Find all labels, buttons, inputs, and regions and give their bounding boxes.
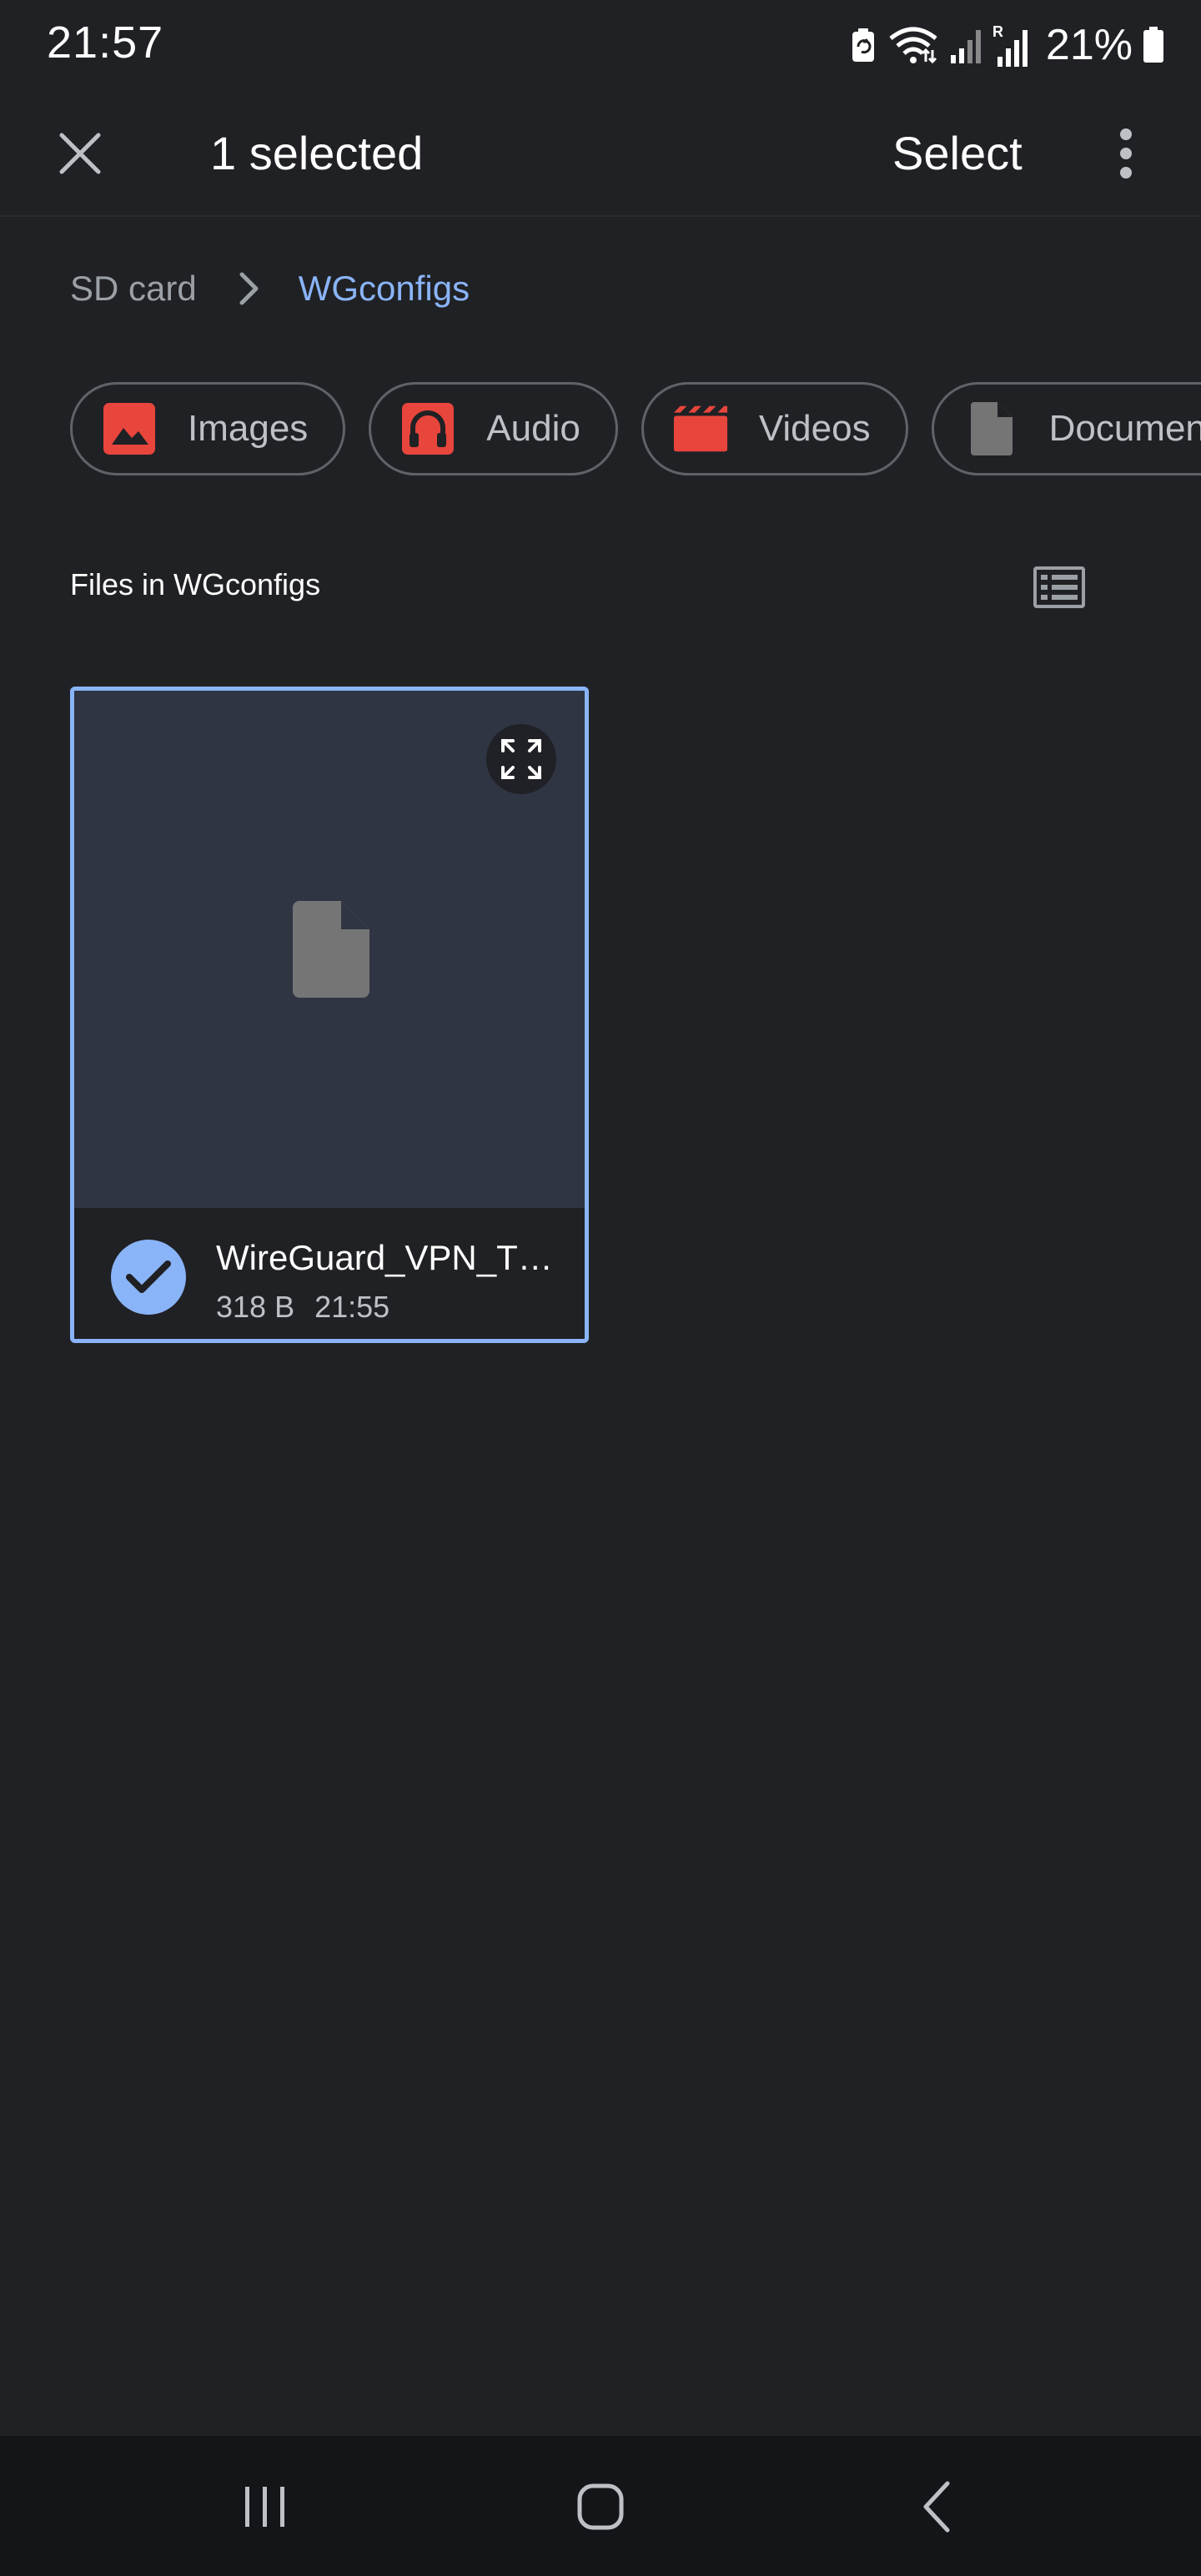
recent-apps-icon [245,2487,284,2527]
file-document-icon [291,899,371,1004]
select-button[interactable]: Select [892,120,1023,187]
file-card-footer: WireGuard_VPN_T… 318 B 21:55 [74,1208,585,1339]
file-size: 318 B [216,1290,295,1324]
back-button[interactable] [887,2469,987,2544]
section-title: Files in WGconfigs [70,567,321,601]
chip-documents-label: Documents [1048,408,1201,449]
chip-images-label: Images [188,408,309,449]
home-button[interactable] [550,2469,651,2544]
fullscreen-icon [501,739,541,779]
list-view-icon [1033,566,1085,608]
wifi-icon [887,25,939,65]
battery-icon [1143,27,1164,63]
chip-images[interactable]: Images [70,382,346,475]
file-card[interactable]: WireGuard_VPN_T… 318 B 21:55 [70,687,589,1343]
screen: 21:57 R 21% 1 selected Select SD card WG… [0,0,1201,2576]
roaming-signal-icon: R [992,23,1031,67]
document-icon [962,400,1019,457]
chip-videos-label: Videos [758,408,871,449]
more-options-button[interactable] [1093,117,1159,190]
status-bar: 21:57 R 21% [0,0,1201,87]
home-icon [577,2483,624,2530]
chevron-right-icon [239,271,260,306]
app-bar: 1 selected Select [0,87,1201,217]
image-icon [101,400,158,457]
chip-audio-label: Audio [486,408,580,449]
system-nav-bar [0,2436,1201,2576]
breadcrumb-sd-card[interactable]: SD card [70,269,197,309]
signal-icon [949,27,982,63]
battery-saver-icon [849,27,877,63]
status-time: 21:57 [47,18,164,68]
list-view-toggle[interactable] [1028,556,1091,619]
svg-text:R: R [992,23,1003,40]
recent-apps-button[interactable] [215,2469,315,2544]
close-icon [59,133,101,174]
back-icon [923,2481,950,2533]
expand-preview-button[interactable] [486,724,556,794]
chip-audio[interactable]: Audio [369,382,618,475]
file-thumbnail [74,691,585,1208]
status-icons: R 21% [849,20,1164,70]
category-chips: Images Audio Videos Documen [70,382,1201,475]
clapperboard-icon [672,400,729,457]
close-button[interactable] [47,120,113,187]
breadcrumb: SD card WGconfigs [70,262,470,315]
file-name: WireGuard_VPN_T… [216,1238,553,1277]
file-meta: 318 B 21:55 [216,1290,389,1325]
chip-videos[interactable]: Videos [641,382,908,475]
checkmark-icon [126,1260,171,1293]
chip-documents[interactable]: Documents [931,382,1201,475]
more-vert-icon [1120,128,1132,179]
breadcrumb-wgconfigs[interactable]: WGconfigs [299,269,470,309]
selection-count-title: 1 selected [210,127,424,179]
file-time: 21:55 [314,1290,390,1324]
selected-check-button[interactable] [111,1240,186,1315]
headphones-icon [399,400,456,457]
battery-percent: 21% [1045,21,1133,69]
